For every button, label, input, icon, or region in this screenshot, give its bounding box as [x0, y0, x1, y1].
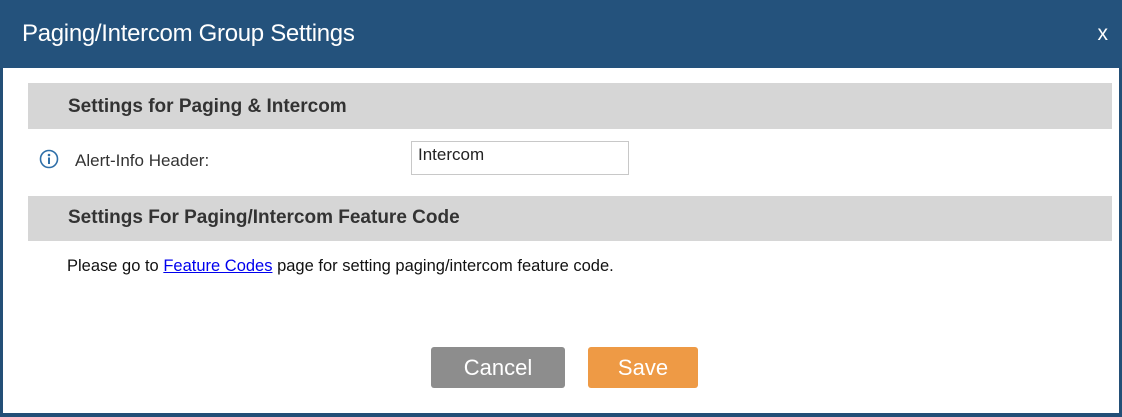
section-header-paging-intercom: Settings for Paging & Intercom: [28, 83, 1112, 129]
info-icon[interactable]: [39, 149, 59, 169]
paging-intercom-group-settings-dialog: Paging/Intercom Group Settings x Setting…: [0, 0, 1122, 417]
alert-info-header-label: Alert-Info Header:: [75, 151, 210, 170]
feature-code-note: Please go to Feature Codes page for sett…: [67, 256, 614, 276]
note-prefix: Please go to: [67, 257, 164, 275]
section-header-feature-code: Settings For Paging/Intercom Feature Cod…: [28, 196, 1112, 241]
dialog-titlebar: Paging/Intercom Group Settings x: [0, 0, 1122, 68]
save-button[interactable]: Save: [588, 347, 698, 388]
alert-info-header-input[interactable]: [411, 141, 629, 175]
note-suffix: page for setting paging/intercom feature…: [272, 257, 614, 275]
dialog-title: Paging/Intercom Group Settings: [22, 20, 355, 47]
section-title: Settings For Paging/Intercom Feature Cod…: [68, 207, 460, 228]
close-icon[interactable]: x: [1098, 21, 1109, 47]
cancel-button[interactable]: Cancel: [431, 347, 565, 388]
feature-codes-link[interactable]: Feature Codes: [163, 257, 272, 275]
section-title: Settings for Paging & Intercom: [68, 96, 347, 117]
